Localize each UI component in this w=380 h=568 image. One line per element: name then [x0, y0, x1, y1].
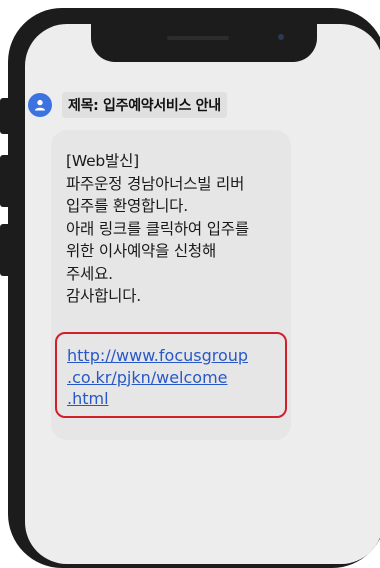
phone-notch — [91, 24, 317, 62]
message-line: 파주운정 경남아너스빌 리버 — [66, 174, 245, 193]
message-line: [Web발신] — [66, 152, 140, 170]
link-line[interactable]: http://www.focusgroup — [67, 345, 287, 367]
welcome-link[interactable]: http://www.focusgroup .co.kr/pjkn/welcom… — [67, 345, 287, 410]
link-line[interactable]: .co.kr/pjkn/welcome — [67, 367, 287, 389]
message-line: 입주를 환영합니다. — [66, 197, 188, 215]
person-icon — [28, 93, 52, 117]
message-line: 감사합니다. — [66, 287, 142, 305]
speaker-grille — [167, 36, 229, 40]
message-line: 아래 링크를 클릭하여 입주를 — [66, 219, 249, 238]
message-subject: 제목: 입주예약서비스 안내 — [62, 92, 227, 118]
front-camera — [278, 34, 284, 40]
phone-mockup: 제목: 입주예약서비스 안내 [Web발신] 파주운정 경남아너스빌 리버 입주… — [0, 0, 380, 568]
message-body: [Web발신] 파주운정 경남아너스빌 리버 입주를 환영합니다. 아래 링크를… — [66, 150, 296, 308]
message-header: 제목: 입주예약서비스 안내 — [28, 92, 227, 118]
message-line: 위한 이사예약을 신청해 — [66, 242, 217, 260]
message-line: 주세요. — [66, 264, 113, 283]
link-line[interactable]: .html — [67, 388, 287, 410]
